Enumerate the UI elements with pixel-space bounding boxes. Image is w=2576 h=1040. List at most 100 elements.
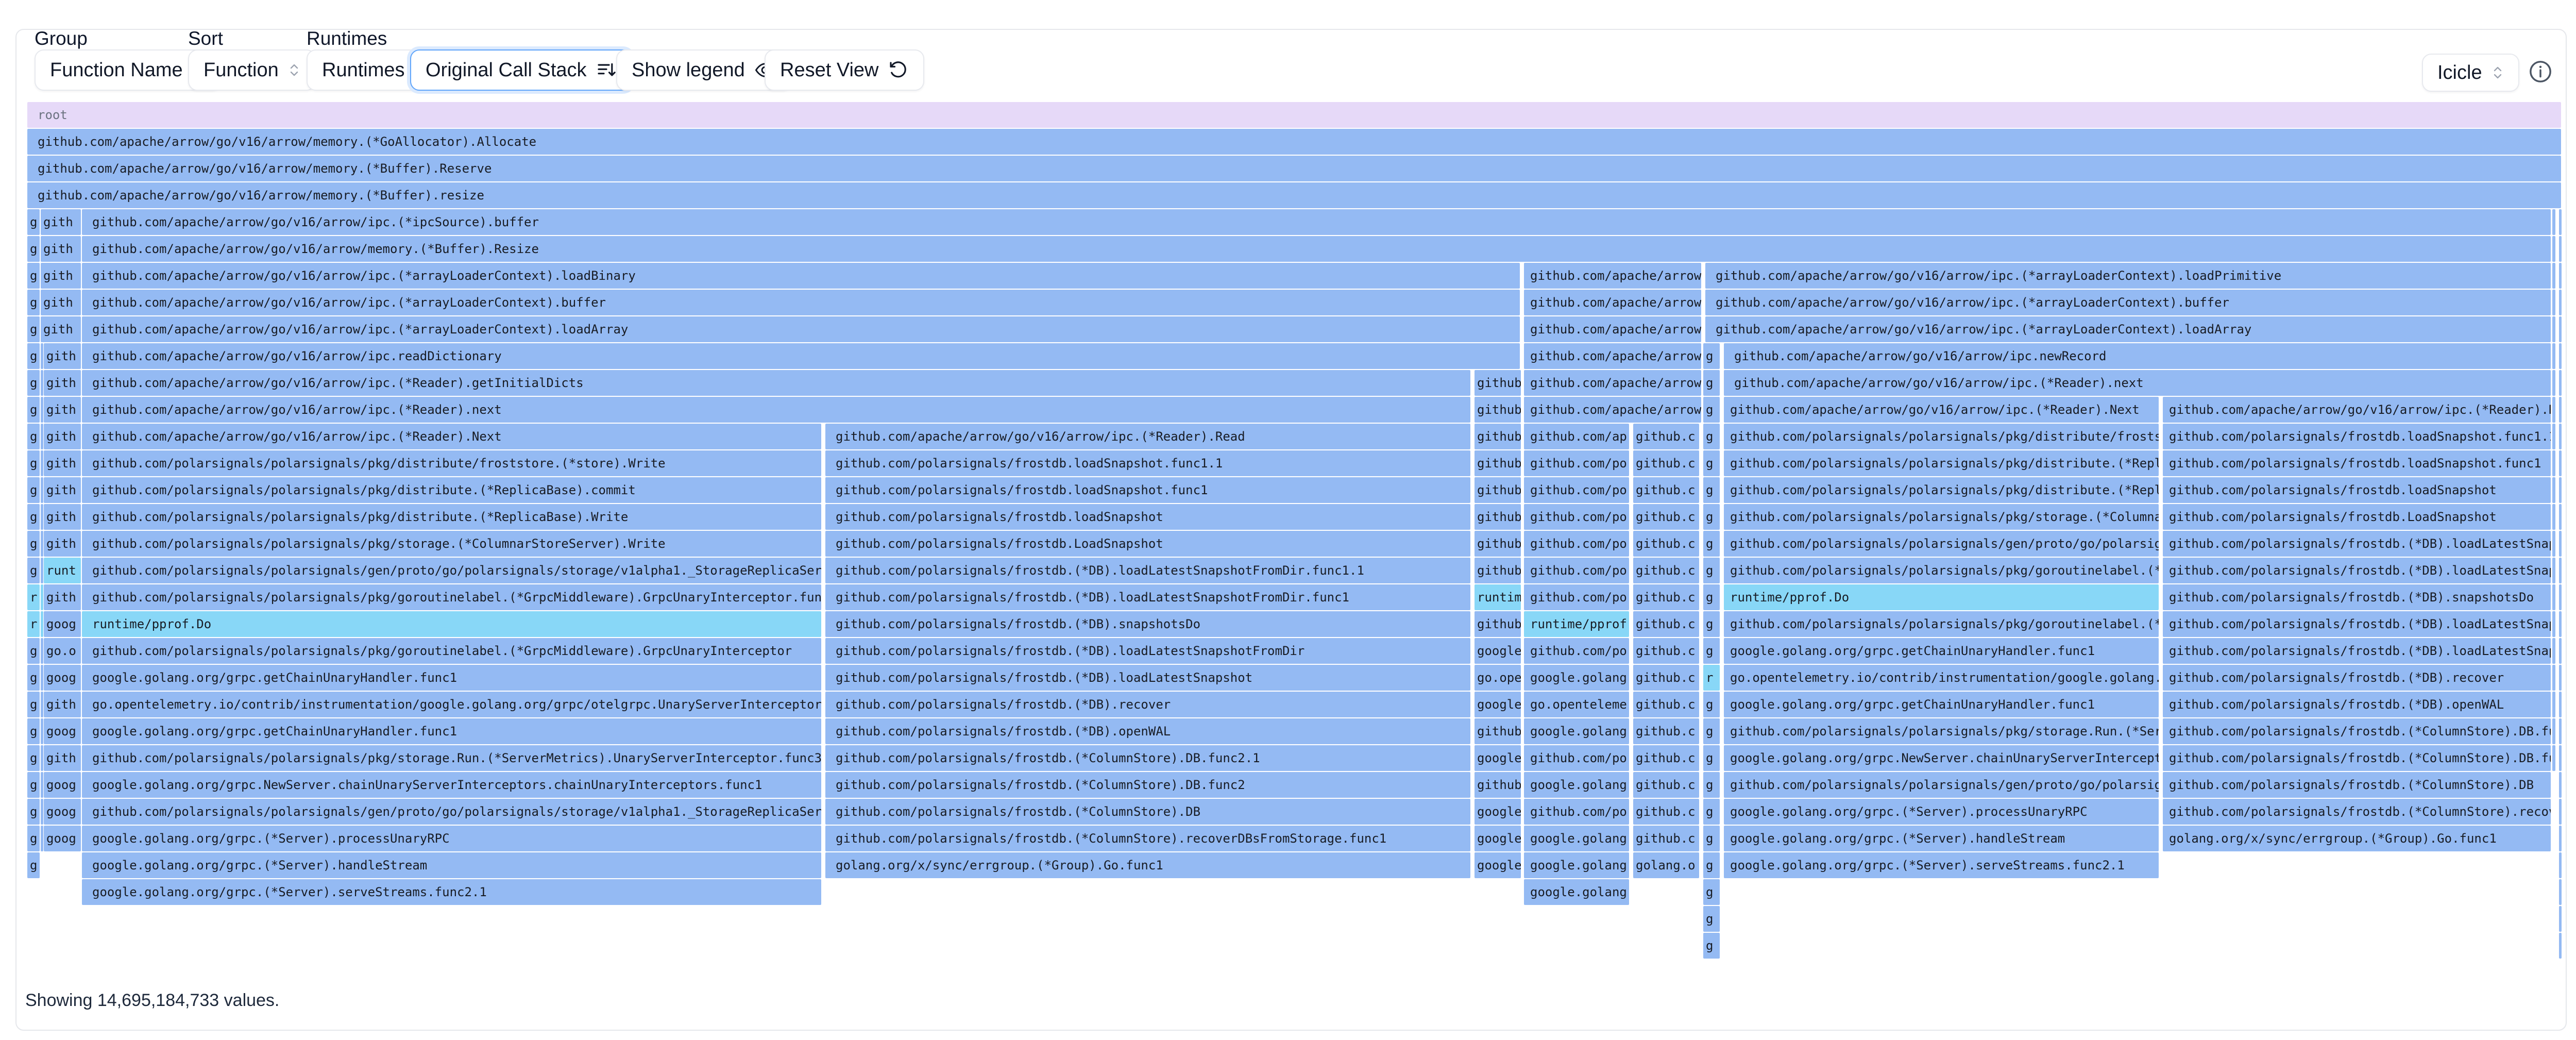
flame-cell[interactable]: g xyxy=(27,638,40,664)
flame-cell[interactable]: github.com/apache/arrow/go/v16/arrow/ipc… xyxy=(1705,290,2551,315)
flame-cell[interactable]: github.com/polarsignals/frostdb.loadSnap… xyxy=(825,477,1470,503)
flame-cell[interactable]: github.com/polarsignals/polarsignals/pkg… xyxy=(1724,477,2159,503)
flame-cell[interactable] xyxy=(2559,611,2562,637)
flame-cell[interactable]: github.c xyxy=(1633,826,1699,851)
flame-cell[interactable] xyxy=(2552,558,2555,583)
flame-cell[interactable]: github.c xyxy=(1633,558,1699,583)
flame-cell[interactable]: github.com/apache/arrow/go/v16/arrow/ipc… xyxy=(82,209,2551,235)
flame-cell[interactable]: github.com/apache/arrow/go/v16/arrow/ipc… xyxy=(82,316,1520,342)
flame-cell[interactable] xyxy=(2552,665,2555,691)
flame-cell[interactable]: g xyxy=(1703,370,1720,396)
flame-cell[interactable]: gith xyxy=(41,263,81,289)
flame-cell[interactable]: github.com/polarsignals/frostdb.(*DB).op… xyxy=(825,718,1470,744)
flame-cell[interactable]: google.golang xyxy=(1524,665,1629,691)
flame-cell[interactable]: g xyxy=(27,343,40,369)
flame-cell[interactable]: github xyxy=(1475,772,1521,798)
flame-cell[interactable] xyxy=(2559,370,2562,396)
flame-cell[interactable]: github.com/po xyxy=(1524,477,1629,503)
flame-cell[interactable] xyxy=(41,584,43,610)
flame-cell[interactable]: github.com/apache/arrow/go/v16/arrow/ipc… xyxy=(1705,263,2551,289)
flame-cell[interactable]: github.com/apache/arrow xyxy=(1524,290,1701,315)
flame-cell[interactable]: g xyxy=(27,316,40,342)
flame-cell[interactable]: google xyxy=(1475,638,1521,664)
flame-cell[interactable]: github.c xyxy=(1633,745,1699,771)
flame-cell[interactable]: g xyxy=(1703,692,1720,717)
flame-cell[interactable]: github.com/apache/arrow/go/v16/arrow/ipc… xyxy=(825,424,1470,449)
flame-cell[interactable]: github.com/apache/arrow/go/v16/arrow/ipc… xyxy=(2163,397,2551,423)
flame-cell[interactable]: github.com/polarsignals/frostdb.(*DB).sn… xyxy=(825,611,1470,637)
flame-cell[interactable] xyxy=(41,424,43,449)
flame-cell[interactable] xyxy=(2552,209,2555,235)
flame-cell[interactable]: github.com/apache/arrow/go/v16/arrow/ipc… xyxy=(1724,343,2551,369)
flame-cell[interactable]: go.openteleme xyxy=(1524,692,1629,717)
flame-cell[interactable]: g xyxy=(27,236,40,262)
flame-cell[interactable]: gith xyxy=(41,209,81,235)
flame-cell[interactable]: github.com/apache/arrow/go/v16/arrow/ipc… xyxy=(82,397,1470,423)
flame-cell[interactable]: github.com/polarsignals/polarsignals/pkg… xyxy=(1724,611,2159,637)
flame-cell[interactable]: gith xyxy=(44,397,81,423)
flame-cell[interactable]: g xyxy=(1703,531,1720,557)
flame-cell[interactable]: golang.o xyxy=(1633,852,1699,878)
flame-cell[interactable]: github.com/polarsignals/polarsignals/pkg… xyxy=(1724,558,2159,583)
flame-cell[interactable] xyxy=(2559,799,2562,825)
flame-cell[interactable]: github.com/polarsignals/polarsignals/pkg… xyxy=(82,584,821,610)
flame-cell[interactable] xyxy=(2559,316,2562,342)
flame-cell[interactable]: google.golang.org/grpc.(*Server).process… xyxy=(82,826,821,851)
flame-cell[interactable]: github.c xyxy=(1633,584,1699,610)
flame-cell[interactable] xyxy=(2552,477,2555,503)
flame-cell[interactable]: github.com/po xyxy=(1524,745,1629,771)
flame-cell[interactable]: goog xyxy=(44,665,81,691)
flame-cell[interactable]: g xyxy=(1703,906,1720,932)
flame-cell[interactable]: g xyxy=(1703,852,1720,878)
flame-cell[interactable] xyxy=(41,397,43,423)
flame-cell[interactable] xyxy=(2559,504,2562,530)
flame-cell[interactable]: github.com/apache/arrow/go/v16/arrow/ipc… xyxy=(82,263,1520,289)
flame-cell[interactable]: github.com/polarsignals/frostdb.(*DB).lo… xyxy=(825,665,1470,691)
flame-cell[interactable] xyxy=(2559,879,2562,905)
flame-cell[interactable] xyxy=(2559,665,2562,691)
flame-cell[interactable]: google.golang.org/grpc.getChainUnaryHand… xyxy=(1724,638,2159,664)
flame-cell[interactable]: goog xyxy=(44,718,81,744)
flame-cell[interactable]: github.com/polarsignals/frostdb.(*Column… xyxy=(825,799,1470,825)
flame-cell[interactable]: github.com/apache/arrow/go/v16/arrow/ipc… xyxy=(82,343,1520,369)
flame-cell[interactable]: github.com/po xyxy=(1524,799,1629,825)
flame-cell[interactable]: google.golang.org/grpc.(*Server).handleS… xyxy=(82,852,821,878)
flame-cell[interactable]: github xyxy=(1475,424,1521,449)
flame-cell[interactable]: r xyxy=(1703,665,1720,691)
flame-cell[interactable] xyxy=(41,343,43,369)
flame-cell[interactable]: github.com/polarsignals/frostdb.(*DB).lo… xyxy=(825,584,1470,610)
flame-cell[interactable]: github.com/polarsignals/frostdb.loadSnap… xyxy=(2163,424,2551,449)
flame-cell[interactable] xyxy=(41,772,43,798)
flame-cell[interactable]: github.c xyxy=(1633,450,1699,476)
flame-cell[interactable]: github.com/polarsignals/polarsignals/pkg… xyxy=(82,638,821,664)
flame-cell[interactable]: github.com/polarsignals/frostdb.(*DB).re… xyxy=(2163,665,2551,691)
flame-cell[interactable]: github.com/po xyxy=(1524,531,1629,557)
flame-cell[interactable]: gith xyxy=(44,745,81,771)
flame-cell[interactable]: github.com/polarsignals/frostdb.(*DB).sn… xyxy=(2163,584,2551,610)
flame-cell[interactable]: g xyxy=(27,826,40,851)
flame-cell[interactable]: g xyxy=(27,772,40,798)
flame-cell[interactable]: github.com/polarsignals/frostdb.(*DB).lo… xyxy=(2163,611,2551,637)
flame-cell[interactable] xyxy=(2559,477,2562,503)
flame-cell[interactable]: go.o xyxy=(44,638,81,664)
flame-cell[interactable]: g xyxy=(27,558,40,583)
flame-cell[interactable]: g xyxy=(27,424,40,449)
flame-cell[interactable]: github.com/polarsignals/polarsignals/pkg… xyxy=(82,504,821,530)
flame-cell[interactable]: r xyxy=(27,611,40,637)
flame-cell[interactable]: github.com/po xyxy=(1524,450,1629,476)
flame-cell[interactable]: g xyxy=(27,397,40,423)
flame-cell[interactable]: github.com/polarsignals/frostdb.(*Column… xyxy=(2163,772,2551,798)
flame-cell[interactable]: github.com/polarsignals/frostdb.(*DB).op… xyxy=(2163,692,2551,717)
flame-cell[interactable] xyxy=(41,799,43,825)
flame-cell[interactable] xyxy=(2559,531,2562,557)
flame-cell[interactable]: github.com/polarsignals/polarsignals/pkg… xyxy=(82,531,821,557)
flame-cell[interactable] xyxy=(2552,718,2555,744)
flame-cell[interactable]: github.com/apache/arrow/go/v16/arrow/mem… xyxy=(27,182,2561,208)
flame-cell[interactable]: g xyxy=(27,263,40,289)
flame-cell[interactable] xyxy=(2559,343,2562,369)
flame-cell[interactable] xyxy=(41,450,43,476)
flame-cell[interactable]: github.com/polarsignals/frostdb.loadSnap… xyxy=(2163,477,2551,503)
flame-cell[interactable] xyxy=(2559,397,2562,423)
flame-cell[interactable] xyxy=(2559,906,2562,932)
flame-cell[interactable] xyxy=(2552,316,2555,342)
